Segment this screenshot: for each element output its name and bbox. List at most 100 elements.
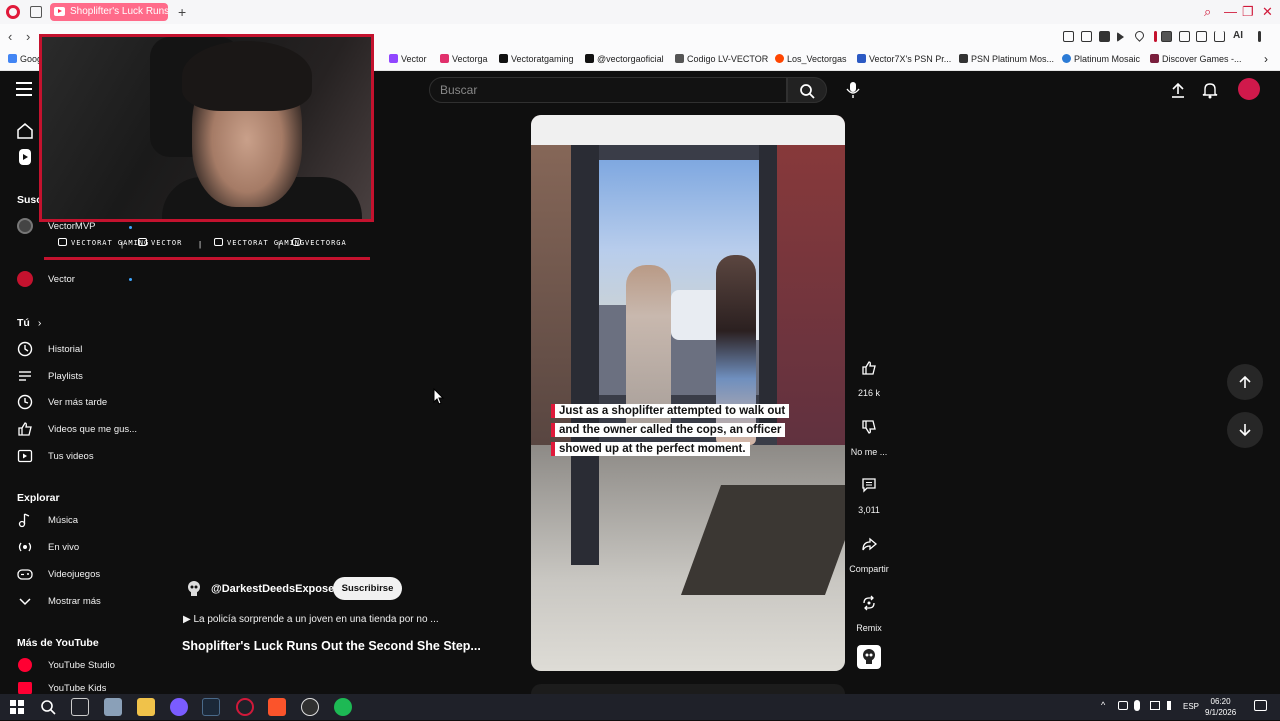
comments-action[interactable]: 3,011 <box>848 467 890 515</box>
forward-button[interactable]: › <box>26 29 30 44</box>
screenshot-icon[interactable] <box>1081 31 1092 42</box>
hamburger-menu-icon[interactable] <box>16 82 32 96</box>
tray-overflow-icon[interactable]: ^ <box>1101 700 1105 710</box>
play-icon[interactable] <box>1117 32 1124 42</box>
next-short-preview[interactable] <box>531 684 845 694</box>
discord-icon[interactable] <box>170 698 188 716</box>
bookmark-item[interactable]: Vector7X's PSN Pr... <box>857 54 951 64</box>
search-icon <box>800 84 815 99</box>
search-icon[interactable] <box>39 698 57 716</box>
sidebar-item-kids[interactable]: YouTube Kids <box>16 682 154 694</box>
next-short-button[interactable] <box>1227 412 1263 448</box>
windows-start-icon[interactable] <box>8 698 26 716</box>
share-label: Compartir <box>849 564 889 574</box>
bookmark-item[interactable]: PSN Platinum Mos... <box>959 54 1054 64</box>
more-menu-icon[interactable] <box>1258 31 1261 42</box>
social-youtube: VECTORAT GAMING <box>58 238 149 247</box>
tiktok-icon <box>585 54 594 63</box>
bookmark-item[interactable]: Vectorga <box>440 54 488 64</box>
comment-count: 3,011 <box>858 505 880 515</box>
task-view-icon[interactable] <box>71 698 89 716</box>
search-input[interactable]: Buscar <box>429 77 787 103</box>
channel-name[interactable]: @DarkestDeedsExposed <box>211 583 341 595</box>
remix-action[interactable]: Remix <box>848 585 890 633</box>
reddit-icon <box>775 54 784 63</box>
minimize-icon[interactable]: — <box>1224 4 1237 19</box>
bookmark-icon[interactable] <box>1063 31 1074 42</box>
sidebar-item-history[interactable]: Historial <box>16 338 154 360</box>
microphone-icon[interactable] <box>1134 700 1140 711</box>
sidebar-item-music[interactable]: Música <box>16 509 154 531</box>
bookmark-item[interactable]: Codigo LV-VECTOR <box>675 54 768 64</box>
brave-icon[interactable] <box>268 698 286 716</box>
ai-extension-icon[interactable]: AI <box>1233 30 1243 41</box>
opera-icon[interactable] <box>236 698 254 716</box>
notification-center-icon[interactable] <box>1254 700 1267 711</box>
bookmark-item[interactable]: Vectoratgaming <box>499 54 574 64</box>
like-action[interactable]: 216 k <box>848 350 890 398</box>
close-icon[interactable]: ✕ <box>1262 4 1273 20</box>
wallet-icon[interactable] <box>1196 31 1207 42</box>
subscribe-button[interactable]: Suscribirse <box>333 577 402 600</box>
tab-active[interactable]: Shoplifter's Luck Runs <box>50 3 168 21</box>
sidebar-item-studio[interactable]: YouTube Studio <box>16 654 154 676</box>
bookmarks-overflow-button[interactable]: › <box>1264 52 1268 66</box>
sidebar-item-your-videos[interactable]: Tus videos <box>16 445 154 467</box>
subscription-item[interactable]: Vector <box>16 268 154 290</box>
dislike-action[interactable]: No me ... <box>848 409 890 457</box>
sidebar-item-gaming[interactable]: Videojuegos <box>16 563 154 585</box>
bookmark-item[interactable]: Los_Vectorgas <box>775 54 847 64</box>
clock[interactable]: 06:20 9/1/2026 <box>1205 696 1236 718</box>
restore-icon[interactable]: ❐ <box>1242 4 1254 20</box>
you-section-title[interactable]: Tú › <box>17 317 41 329</box>
bookmark-item[interactable]: Platinum Mosaic <box>1062 54 1140 64</box>
sidebar-item-playlists[interactable]: Playlists <box>16 365 154 387</box>
upload-button[interactable] <box>1168 80 1188 100</box>
previous-short-button[interactable] <box>1227 364 1263 400</box>
home-icon[interactable] <box>14 120 36 142</box>
related-video-link[interactable]: ▶ La policía sorprende a un joven en una… <box>183 614 439 625</box>
account-avatar[interactable] <box>1238 78 1260 100</box>
search-button[interactable] <box>787 77 827 103</box>
voice-search-button[interactable] <box>840 77 866 103</box>
display-icon[interactable] <box>1150 701 1160 710</box>
spotify-icon[interactable] <box>334 698 352 716</box>
bookmark-item[interactable]: Vector <box>389 54 427 64</box>
new-tab-button[interactable]: + <box>178 4 186 20</box>
sidebar-item-liked-videos[interactable]: Videos que me gus... <box>16 418 154 440</box>
share-action[interactable]: Compartir <box>848 526 890 574</box>
steam-icon[interactable] <box>202 698 220 716</box>
remix-button[interactable] <box>851 585 887 621</box>
sidebar-item-show-more[interactable]: Mostrar más <box>16 590 154 612</box>
obs-icon[interactable] <box>301 698 319 716</box>
file-manager-app-icon[interactable] <box>104 698 122 716</box>
like-button[interactable] <box>851 350 887 386</box>
share-button[interactable] <box>851 526 887 562</box>
back-button[interactable]: ‹ <box>8 29 12 44</box>
short-title[interactable]: Shoplifter's Luck Runs Out the Second Sh… <box>182 639 481 653</box>
opera-logo-icon[interactable] <box>6 5 20 19</box>
download-icon[interactable] <box>1214 31 1225 42</box>
short-video-player[interactable]: Just as a shoplifter attempted to walk o… <box>531 115 845 671</box>
search-tabs-icon[interactable]: ⌕ <box>1204 4 1211 20</box>
notifications-button[interactable] <box>1200 80 1220 100</box>
volume-icon[interactable] <box>1167 701 1177 710</box>
shield-icon[interactable] <box>1099 31 1110 42</box>
sidebar-item-live[interactable]: En vivo <box>16 536 154 558</box>
sidebar-item-watch-later[interactable]: Ver más tarde <box>16 391 154 413</box>
dislike-button[interactable] <box>851 409 887 445</box>
network-icon[interactable] <box>1118 701 1128 710</box>
tab-manager-icon[interactable] <box>30 6 42 18</box>
bookmark-item[interactable]: Discover Games -... <box>1150 54 1242 64</box>
explore-title: Explorar <box>17 492 60 504</box>
extension-d-icon[interactable] <box>1161 31 1172 42</box>
bookmark-item[interactable]: Goog <box>8 54 42 64</box>
language-indicator[interactable]: ESP <box>1183 702 1199 711</box>
cube-icon[interactable] <box>1179 31 1190 42</box>
bookmark-item[interactable]: @vectorgaoficial <box>585 54 664 64</box>
channel-thumbnail[interactable] <box>857 645 881 669</box>
channel-avatar[interactable] <box>183 578 205 600</box>
shorts-icon[interactable] <box>14 146 36 168</box>
comments-button[interactable] <box>851 467 887 503</box>
folder-icon[interactable] <box>137 698 155 716</box>
